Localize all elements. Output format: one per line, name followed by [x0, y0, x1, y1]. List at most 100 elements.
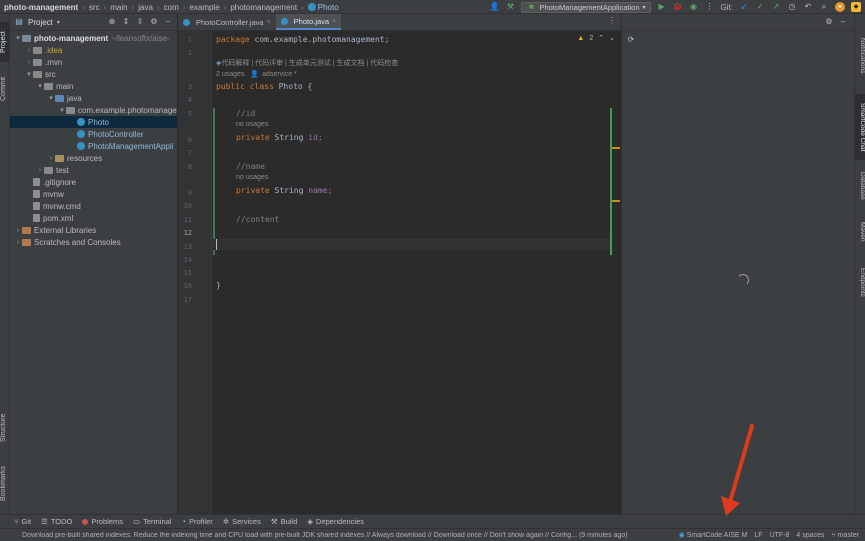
chevron-right-icon[interactable]: › [14, 239, 22, 246]
tool-build[interactable]: ⚒ Build [271, 517, 297, 526]
tab-photocontroller[interactable]: PhotoController.java × [178, 14, 276, 30]
tool-problems[interactable]: Problems [82, 517, 123, 526]
chevron-down-icon[interactable]: ▾ [58, 106, 66, 114]
user-icon[interactable]: 👤 [489, 2, 499, 12]
status-message[interactable]: Download pre-built shared indexes: Reduc… [6, 532, 679, 539]
tool-tab-notifications[interactable]: Notifications [855, 28, 865, 84]
status-line-separator[interactable]: LF [754, 532, 762, 539]
tool-profiler[interactable]: ◔ Profiler [181, 517, 212, 526]
tab-photo[interactable]: Photo.java × [275, 14, 342, 30]
breadcrumb-main[interactable]: main [110, 3, 127, 12]
breadcrumb-photomanagement[interactable]: photomanagement [230, 3, 297, 12]
chevron-down-icon[interactable]: ▾ [25, 70, 33, 78]
tool-terminal[interactable]: ▭ Terminal [133, 517, 171, 526]
tree-item[interactable]: Photo [10, 116, 177, 128]
tree-item[interactable]: › test [10, 164, 177, 176]
tree-item[interactable]: › External Libraries [10, 224, 177, 236]
close-icon[interactable]: × [332, 18, 336, 25]
ai-actions-hint[interactable]: ◈代码解释 | 代码评审 | 生成单元测试 | 生成文档 | 代码检查 [216, 58, 398, 68]
breadcrumb-src[interactable]: src [89, 3, 100, 12]
tree-item[interactable]: ▾ com.example.photomanage [10, 104, 177, 116]
chevron-down-icon[interactable]: ▾ [14, 34, 22, 42]
tree-item[interactable]: › .mvn [10, 56, 177, 68]
tool-tab-project[interactable]: Project [0, 22, 10, 62]
chevron-right-icon[interactable]: › [25, 47, 33, 54]
run-config-select[interactable]: ❀ PhotoManagementApplication ▾ [521, 1, 651, 13]
tree-item[interactable]: ▾ main [10, 80, 177, 92]
chevron-up-icon[interactable]: ⌃ [598, 34, 604, 42]
chevron-right-icon[interactable]: › [14, 227, 22, 234]
tree-item[interactable]: pom.xml [10, 212, 177, 224]
chevron-down-icon[interactable]: ⌄ [609, 34, 615, 42]
collapse-all-icon[interactable]: ⇳ [135, 17, 145, 27]
locate-icon[interactable]: ⊕ [107, 17, 117, 27]
breadcrumb-project[interactable]: photo-management [4, 3, 78, 12]
ide-logo-icon[interactable]: ◆ [851, 2, 861, 12]
chevron-down-icon[interactable]: ▾ [47, 94, 55, 102]
tree-item[interactable]: ▾ src [10, 68, 177, 80]
usages-hint[interactable]: 2 usages 👤 adservice * [216, 70, 297, 78]
more-run-icon[interactable]: ⋮ [705, 2, 715, 12]
gear-icon[interactable]: ⚙ [824, 17, 834, 27]
project-panel-title[interactable]: Project [28, 18, 53, 27]
tree-item[interactable]: mvnw [10, 188, 177, 200]
tool-tab-endpoints[interactable]: Endpoints [855, 260, 865, 304]
refresh-icon[interactable]: ⟳ [626, 35, 636, 45]
chevron-right-icon[interactable]: › [47, 155, 55, 162]
search-icon[interactable]: ⌕ [819, 2, 829, 12]
inspection-widget[interactable]: ▲ 2 ⌃ ⌄ [577, 34, 615, 43]
tool-tab-maven[interactable]: Maven [855, 214, 865, 250]
run-icon[interactable]: ▶ [657, 2, 667, 12]
chevron-down-icon[interactable]: ▾ [36, 82, 44, 90]
tool-git[interactable]: ⑂ Git [14, 517, 31, 526]
tree-item[interactable]: PhotoController [10, 128, 177, 140]
tree-item[interactable]: › .idea [10, 44, 177, 56]
tool-todo[interactable]: ☰ TODO [41, 517, 72, 526]
tool-tab-commit[interactable]: Commit [0, 69, 10, 109]
close-icon[interactable]: × [267, 19, 271, 26]
minimize-icon[interactable]: – [163, 17, 173, 27]
tool-dependencies[interactable]: ◈ Dependencies [307, 517, 364, 526]
debug-icon[interactable]: 🐞 [673, 2, 683, 12]
git-update-icon[interactable]: ↙ [739, 2, 749, 12]
chevron-down-icon[interactable]: ▾ [57, 19, 60, 26]
coverage-icon[interactable]: ◉ [689, 2, 699, 12]
update-badge-icon[interactable]: ● [835, 2, 845, 12]
expand-all-icon[interactable]: ⇕ [121, 17, 131, 27]
tool-tab-structure[interactable]: Structure [0, 408, 10, 448]
tool-tab-bookmarks[interactable]: Bookmarks [0, 460, 10, 506]
code-view[interactable]: package com.example.photomanagement; ◈代码… [212, 31, 621, 514]
tool-tab-database[interactable]: Database [855, 166, 865, 206]
git-commit-icon[interactable]: ✓ [755, 2, 765, 12]
tool-services[interactable]: ✲ Services [223, 517, 261, 526]
history-icon[interactable]: ◷ [787, 2, 797, 12]
tree-item[interactable]: › resources [10, 152, 177, 164]
status-indent[interactable]: 4 spaces [796, 532, 824, 539]
tree-item[interactable]: mvnw.cmd [10, 200, 177, 212]
hammer-icon[interactable]: ⚒ [505, 2, 515, 12]
tool-tab-smartcode-chat[interactable]: SmartCode Chat [855, 94, 865, 160]
more-tabs-icon[interactable]: ⋮ [607, 16, 617, 26]
status-plugin[interactable]: ◉ SmartCode AISE M [679, 531, 748, 539]
chevron-right-icon[interactable]: › [25, 59, 33, 66]
warning-stripe[interactable] [612, 200, 620, 202]
breadcrumb-example[interactable]: example [189, 3, 219, 12]
rollback-icon[interactable]: ↶ [803, 2, 813, 12]
status-branch[interactable]: ⑂ master [831, 532, 859, 539]
warning-stripe[interactable] [612, 147, 620, 149]
tree-item[interactable]: PhotoManagementAppli [10, 140, 177, 152]
gear-icon[interactable]: ⚙ [149, 17, 159, 27]
tab-label: PhotoController.java [196, 17, 264, 27]
chevron-right-icon[interactable]: › [36, 167, 44, 174]
breadcrumb-com[interactable]: com [164, 3, 179, 12]
breadcrumb-class[interactable]: Photo [307, 2, 339, 12]
tree-item[interactable]: ▾ java [10, 92, 177, 104]
breadcrumb-java[interactable]: java [138, 3, 153, 12]
tree-item[interactable]: › Scratches and Consoles [10, 236, 177, 248]
git-push-icon[interactable]: ↗ [771, 2, 781, 12]
tree-item[interactable]: ▾ photo-management ~/leansoftx/aise- [10, 32, 177, 44]
minimize-icon[interactable]: – [838, 17, 848, 27]
status-encoding[interactable]: UTF-8 [770, 532, 790, 539]
tree-item[interactable]: .gitignore [10, 176, 177, 188]
project-view-icon: ▤ [15, 17, 23, 26]
